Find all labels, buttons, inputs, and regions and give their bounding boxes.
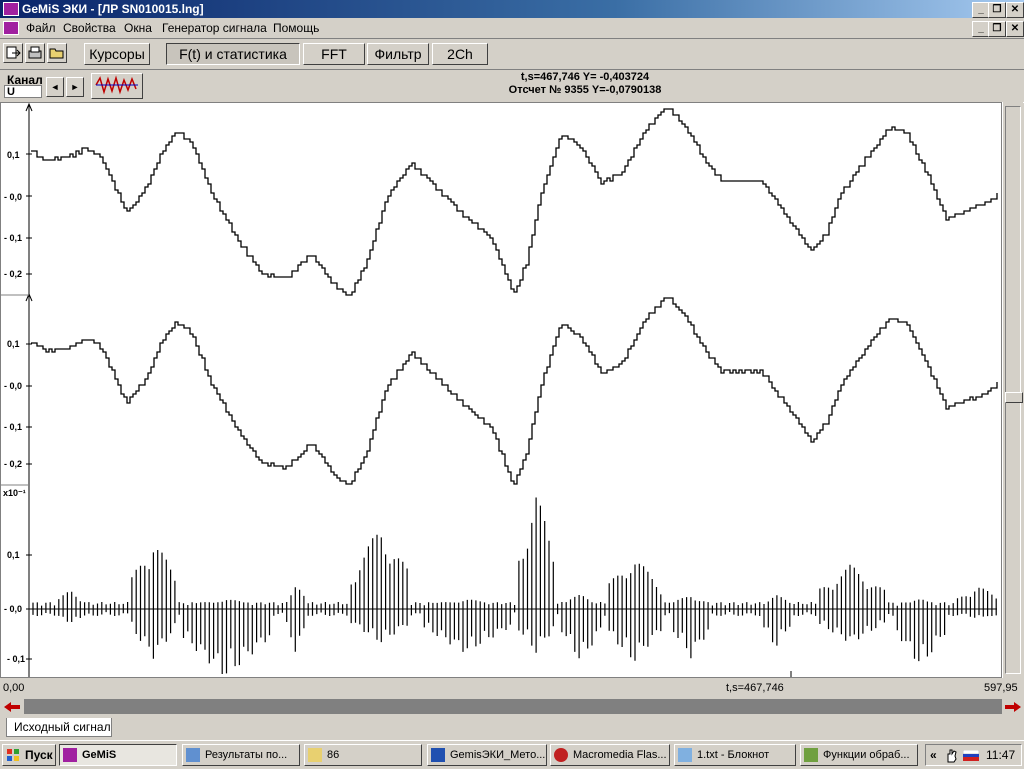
task-label: Macromedia Flas...: [573, 749, 667, 761]
restore-button[interactable]: ❐: [988, 2, 1006, 18]
panel1-tick: - 0,2: [4, 269, 23, 279]
ft-statistics-button[interactable]: F(t) и статистика: [166, 43, 300, 65]
close-button[interactable]: ✕: [1006, 2, 1024, 18]
print-icon[interactable]: [25, 43, 45, 63]
task-results[interactable]: Результаты по...: [182, 744, 300, 766]
window-icon: [186, 748, 200, 762]
scroll-right-icon[interactable]: [1003, 699, 1023, 715]
panel3-tick: 0,1: [7, 550, 20, 560]
x-start-label: 0,00: [3, 682, 25, 694]
panel1-tick: - 0,0: [4, 192, 23, 202]
time-range-bar[interactable]: [24, 699, 1002, 714]
x-axis-strip: 0,00 t,s=467,746 597,95: [0, 679, 1024, 697]
hand-icon[interactable]: [944, 748, 960, 763]
clock: 11:47: [986, 748, 1016, 762]
tab-source-signal[interactable]: Исходный сигнал: [6, 718, 112, 737]
app-icon[interactable]: [3, 2, 19, 16]
waveform-button[interactable]: [91, 73, 143, 99]
signal-plot[interactable]: [1, 103, 1001, 677]
x-cursor-label: t,s=467,746: [726, 682, 784, 694]
doc-restore-button[interactable]: ❐: [988, 21, 1006, 37]
scroll-thumb[interactable]: [1005, 392, 1023, 403]
task-notepad[interactable]: 1.txt - Блокнот: [674, 744, 796, 766]
document-icon[interactable]: [3, 21, 19, 35]
word-icon: [431, 748, 445, 762]
cursor-readout-time: t,s=467,746 Y= -0,403724: [520, 71, 650, 83]
folder-icon: [308, 748, 322, 762]
menu-bar: Файл Свойства Окна Генератор сигнала Пом…: [0, 18, 1024, 39]
sheet-tab-row: Исходный сигнал: [0, 716, 1024, 739]
cursors-button[interactable]: Курсоры: [84, 43, 150, 65]
title-bar[interactable]: GeMiS ЭКИ - [ЛР SN010015.lng] _ ❐ ✕: [0, 0, 1024, 18]
toolbar: Курсоры F(t) и статистика FFT Фильтр 2Ch: [0, 40, 1024, 68]
cursor-readout-sample: Отсчет № 9355 Y=-0,0790138: [508, 84, 662, 96]
exit-icon[interactable]: [3, 43, 23, 63]
task-label: Результаты по...: [205, 749, 288, 761]
waveform-icon: [95, 75, 138, 95]
scroll-track[interactable]: [1005, 106, 1021, 674]
panel2-tick: 0,1: [7, 339, 20, 349]
signal-plot-area[interactable]: 0,1 - 0,0 - 0,1 - 0,2 0,1 - 0,0 - 0,1 - …: [0, 102, 1002, 678]
document-icon: [804, 748, 818, 762]
start-button[interactable]: Пуск: [2, 744, 56, 766]
menu-help[interactable]: Помощь: [273, 21, 319, 35]
menu-signal-generator[interactable]: Генератор сигнала: [162, 21, 267, 35]
notepad-icon: [678, 748, 692, 762]
x-end-label: 597,95: [984, 682, 1018, 694]
tab-source-signal-label: Исходный сигнал: [14, 720, 111, 734]
channel-next-button[interactable]: ►: [66, 77, 84, 97]
trace-panel-1: [31, 108, 998, 296]
vertical-scrollbar[interactable]: [1002, 102, 1023, 678]
task-label: GeMiS: [82, 749, 117, 761]
panel1-tick: 0,1: [7, 150, 20, 160]
menu-properties[interactable]: Свойства: [63, 21, 116, 35]
windows-logo-icon: [7, 749, 19, 761]
task-label: 86: [327, 749, 340, 761]
filter-button[interactable]: Фильтр: [367, 43, 429, 65]
gemis-icon: [63, 748, 77, 762]
task-gemis[interactable]: GeMiS: [59, 744, 177, 766]
panel3-tick: - 0,0: [4, 604, 23, 614]
panel3-tick: - 0,1: [7, 654, 26, 664]
open-folder-icon[interactable]: [47, 43, 67, 63]
task-word-doc[interactable]: GemisЭКИ_Мето...: [427, 744, 547, 766]
task-label: Функции обраб...: [823, 749, 910, 761]
taskbar: Пуск GeMiS Результаты по... 86 GemisЭКИ_…: [0, 740, 1024, 769]
task-label: GemisЭКИ_Мето...: [450, 749, 546, 761]
doc-close-button[interactable]: ✕: [1006, 21, 1024, 37]
channel-bar: Канал U ◄ ► t,s=467,746 Y= -0,403724 Отс…: [0, 69, 1024, 103]
task-folder-86[interactable]: 86: [304, 744, 422, 766]
trace-panel-3: [32, 497, 997, 674]
menu-file[interactable]: Файл: [26, 21, 56, 35]
start-label: Пуск: [25, 748, 53, 762]
channel-select[interactable]: U: [4, 85, 42, 98]
russian-flag-icon[interactable]: [963, 750, 979, 761]
2ch-button[interactable]: 2Ch: [432, 43, 488, 65]
channel-prev-button[interactable]: ◄: [46, 77, 64, 97]
trace-panel-2: [31, 297, 998, 485]
task-macromedia-flash[interactable]: Macromedia Flas...: [550, 744, 670, 766]
system-tray: « 11:47: [925, 744, 1022, 766]
window-title: GeMiS ЭКИ - [ЛР SN010015.lng]: [22, 2, 204, 16]
flash-icon: [554, 748, 568, 762]
task-label: 1.txt - Блокнот: [697, 749, 770, 761]
task-functions[interactable]: Функции обраб...: [800, 744, 918, 766]
scroll-left-icon[interactable]: [2, 699, 22, 715]
panel2-tick: - 0,1: [4, 422, 23, 432]
tray-expand-button[interactable]: «: [930, 748, 937, 762]
panel1-tick: - 0,1: [4, 233, 23, 243]
panel2-tick: - 0,0: [4, 381, 23, 391]
horizontal-scrollbar[interactable]: [0, 698, 1024, 716]
fft-button[interactable]: FFT: [303, 43, 365, 65]
panel2-tick: - 0,2: [4, 459, 23, 469]
menu-windows[interactable]: Окна: [124, 21, 152, 35]
panel3-scale: x10⁻¹: [3, 488, 26, 498]
